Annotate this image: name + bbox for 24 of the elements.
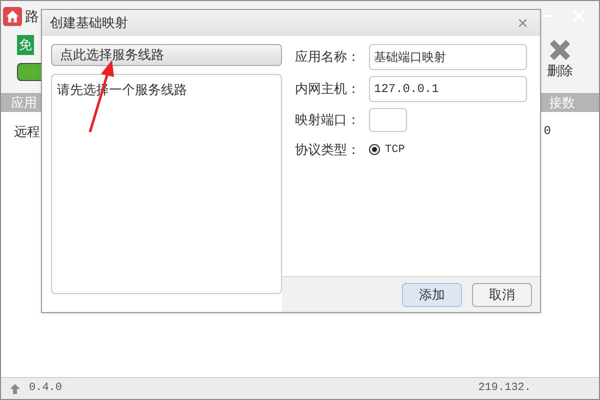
field-label: 映射端口：: [295, 111, 361, 130]
radio-label: TCP: [385, 142, 405, 158]
radio-button[interactable]: [369, 144, 380, 156]
select-route-button[interactable]: 点此选择服务线路: [51, 44, 282, 66]
table-cell-text: 远程: [14, 123, 40, 141]
field-label: 协议类型：: [295, 141, 361, 159]
badge: 免: [17, 35, 34, 54]
field-label: 应用名称：: [295, 48, 361, 66]
table-cell-text: 0: [544, 123, 551, 140]
delete-button[interactable]: 删除: [547, 39, 573, 80]
text-field[interactable]: 127.0.0.1: [369, 76, 527, 102]
column-header: 应用: [11, 94, 37, 112]
cancel-button[interactable]: 取消: [472, 282, 532, 306]
field-label: 内网主机：: [295, 80, 361, 98]
text-field[interactable]: [369, 108, 407, 132]
up-arrow-icon: [9, 382, 21, 394]
column-header: 接数: [549, 94, 575, 112]
version-text: 0.4.0: [29, 381, 62, 396]
window-title: 路: [25, 6, 39, 26]
dialog-title: 创建基础映射: [50, 14, 129, 32]
add-button[interactable]: 添加: [402, 282, 462, 306]
close-icon: [549, 39, 571, 61]
text-field[interactable]: 基础端口映射: [369, 44, 527, 70]
address-text: 219.132.: [478, 381, 531, 396]
